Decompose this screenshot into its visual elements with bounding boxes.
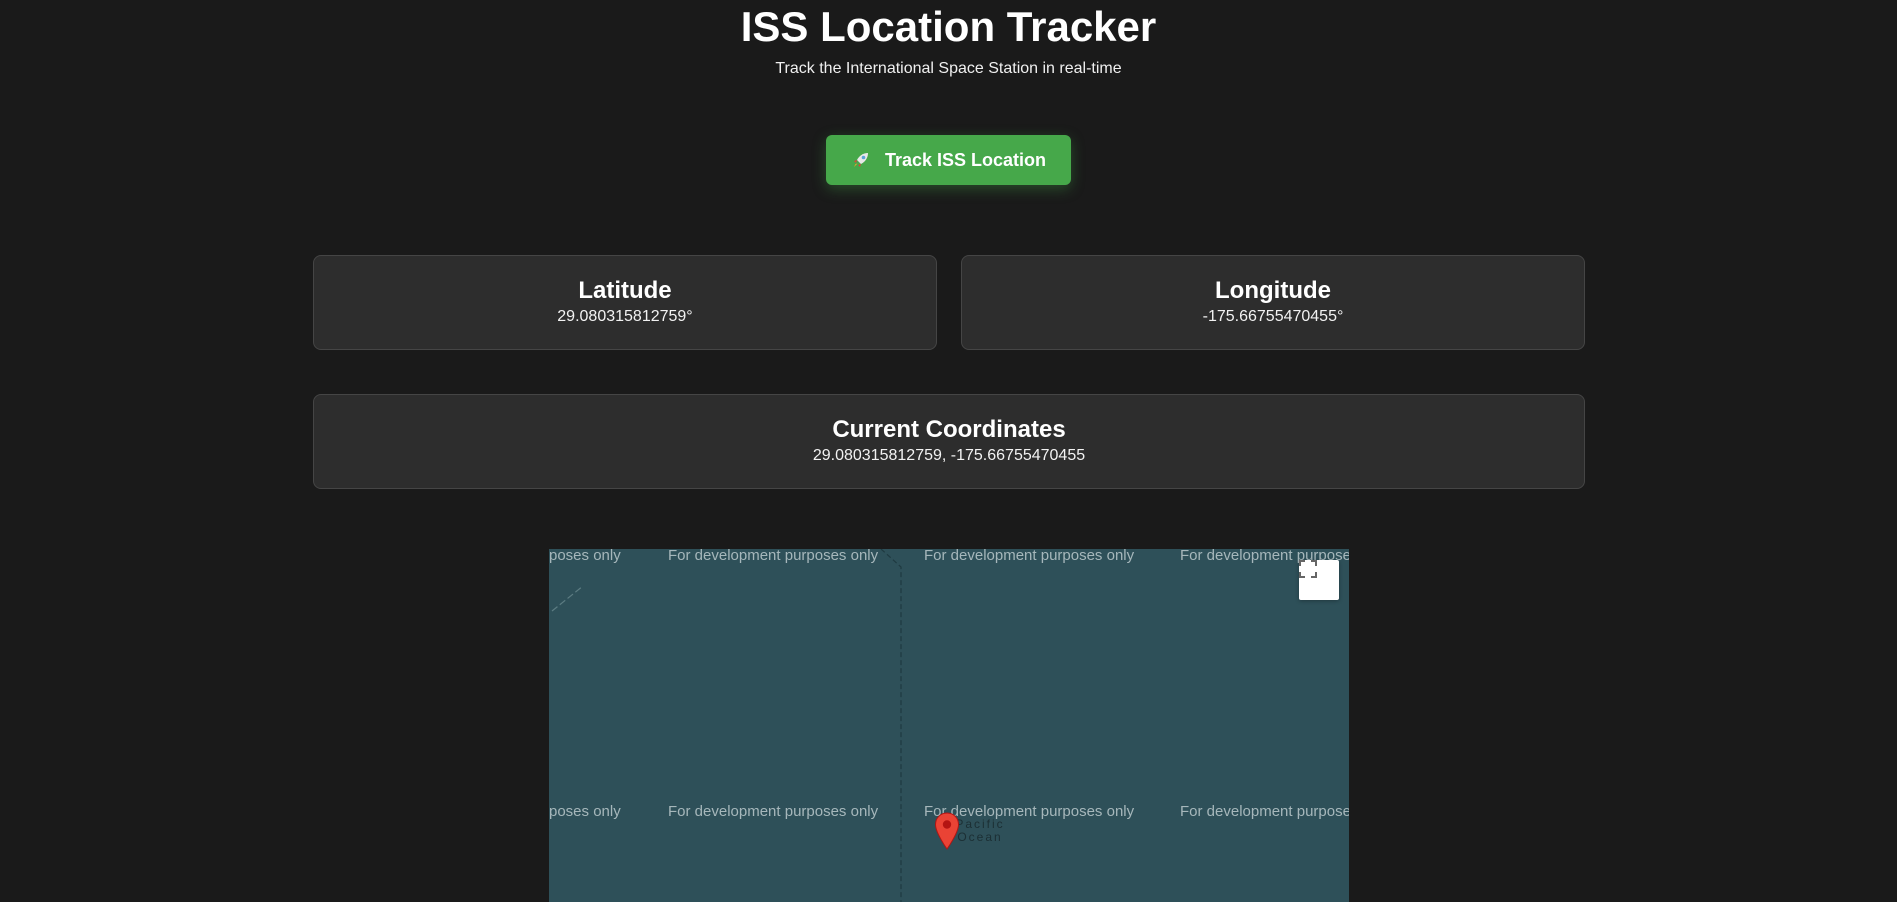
latitude-label: Latitude (578, 277, 672, 304)
watermark-text: For development purpose (1180, 803, 1349, 820)
watermark-text: poses only (549, 803, 621, 820)
track-iss-button-label: Track ISS Location (884, 149, 1047, 170)
rocket-icon (851, 150, 871, 170)
map[interactable]: poses only For development purposes only… (549, 549, 1349, 902)
longitude-label: Longitude (1215, 277, 1331, 304)
map-pin-icon[interactable] (934, 812, 960, 850)
page-title: ISS Location Tracker (740, 3, 1157, 50)
track-iss-button[interactable]: Track ISS Location (826, 135, 1071, 185)
watermark-text: For development purposes only (924, 549, 1135, 564)
longitude-card: Longitude -175.66755470455° (961, 255, 1585, 350)
coordinates-label: Current Coordinates (832, 416, 1066, 443)
watermark-text: For development purposes only (668, 549, 879, 564)
page: ISS Location Tracker Track the Internati… (0, 0, 1897, 902)
latitude-value: 29.080315812759° (557, 308, 693, 325)
fullscreen-button[interactable] (1299, 560, 1339, 600)
page-subtitle: Track the International Space Station in… (775, 60, 1122, 77)
coordinates-card: Current Coordinates 29.080315812759, -17… (313, 394, 1585, 489)
watermark-text: For development purposes only (668, 803, 879, 820)
latitude-card: Latitude 29.080315812759° (313, 255, 937, 350)
coordinates-value: 29.080315812759, -175.66755470455 (812, 447, 1086, 464)
ocean-label: Pacific Ocean (955, 817, 1005, 844)
watermark-text: poses only (549, 549, 621, 564)
longitude-value: -175.66755470455° (1202, 308, 1344, 325)
